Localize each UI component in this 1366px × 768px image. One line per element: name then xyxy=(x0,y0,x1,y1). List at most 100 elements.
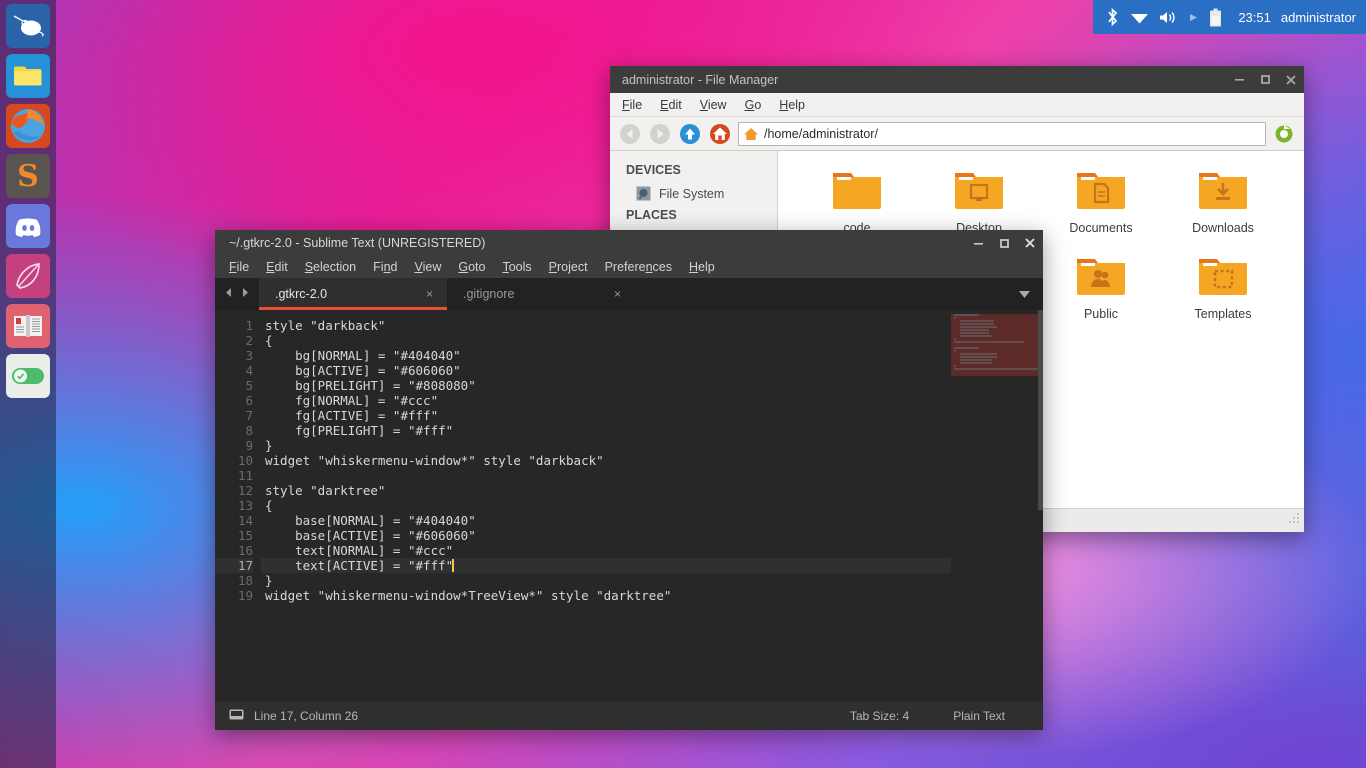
menu-find[interactable]: Find xyxy=(373,260,397,274)
volume-icon[interactable] xyxy=(1159,10,1178,25)
menu-preferences[interactable]: Preferences xyxy=(605,260,672,274)
line-number: 6 xyxy=(245,393,253,408)
dock-item-sublime-text[interactable]: S xyxy=(6,154,50,198)
folder-public-icon xyxy=(1077,259,1125,295)
code-line[interactable]: text[NORMAL] = "#ccc" xyxy=(261,543,951,558)
file-item-documents[interactable]: Documents xyxy=(1040,161,1162,247)
code-line[interactable]: fg[ACTIVE] = "#fff" xyxy=(261,408,951,423)
code-line[interactable]: widget "whiskermenu-window*TreeView*" st… xyxy=(261,588,951,603)
minimap-line xyxy=(954,368,1038,370)
menu-tools[interactable]: Tools xyxy=(502,260,531,274)
tab-size-label[interactable]: Tab Size: 4 xyxy=(850,709,909,723)
dock-item-feather-editor[interactable] xyxy=(6,254,50,298)
dock-item-settings[interactable] xyxy=(6,354,50,398)
dock-item-whisker-menu[interactable] xyxy=(6,4,50,48)
minimap-line xyxy=(959,329,990,331)
file-manager-titlebar[interactable]: administrator - File Manager xyxy=(610,66,1304,93)
sublime-window-buttons xyxy=(965,231,1043,255)
menu-view[interactable]: View xyxy=(414,260,441,274)
menu-edit[interactable]: Edit xyxy=(660,98,682,112)
forward-arrow-icon[interactable] xyxy=(648,122,672,146)
code-area[interactable]: style "darkback"{ bg[NORMAL] = "#404040"… xyxy=(261,310,951,702)
tab-overflow-menu[interactable] xyxy=(1018,278,1043,310)
file-item-templates[interactable]: Templates xyxy=(1162,247,1284,333)
tab-gitignore[interactable]: .gitignore × xyxy=(447,278,635,310)
media-play-icon[interactable] xyxy=(1188,12,1199,23)
tab-next-icon[interactable] xyxy=(240,285,250,303)
menu-project[interactable]: Project xyxy=(549,260,588,274)
tab-prev-icon[interactable] xyxy=(224,285,234,303)
line-number: 13 xyxy=(237,498,253,513)
code-line[interactable]: fg[NORMAL] = "#ccc" xyxy=(261,393,951,408)
clock[interactable]: 23:51 xyxy=(1238,10,1271,25)
menu-edit[interactable]: Edit xyxy=(266,260,288,274)
dock-item-file-manager[interactable] xyxy=(6,54,50,98)
resize-grip[interactable] xyxy=(1286,510,1300,529)
close-button[interactable] xyxy=(1017,231,1043,255)
editor-scrollbar[interactable] xyxy=(1038,310,1043,702)
sidebar-item-file-system[interactable]: File System xyxy=(610,183,777,204)
file-item-public[interactable]: Public xyxy=(1040,247,1162,333)
code-line[interactable]: base[ACTIVE] = "#606060" xyxy=(261,528,951,543)
menu-file[interactable]: File xyxy=(622,98,642,112)
menu-help[interactable]: Help xyxy=(779,98,805,112)
sublime-text-window[interactable]: ~/.gtkrc-2.0 - Sublime Text (UNREGISTERE… xyxy=(215,230,1043,730)
feather-icon xyxy=(16,263,40,289)
home-icon[interactable] xyxy=(708,122,732,146)
maximize-button[interactable] xyxy=(991,231,1017,255)
dock-item-discord[interactable] xyxy=(6,204,50,248)
dock-item-dictionary[interactable] xyxy=(6,304,50,348)
minimap[interactable] xyxy=(951,310,1043,702)
sublime-titlebar[interactable]: ~/.gtkrc-2.0 - Sublime Text (UNREGISTERE… xyxy=(215,230,1043,256)
code-line[interactable]: widget "whiskermenu-window*" style "dark… xyxy=(261,453,951,468)
sublime-editor[interactable]: 1 2 3 4 5 6 7 8 9 10 11 12 13 14 15 16 17 18 19 style "dar… xyxy=(215,310,1043,702)
battery-icon[interactable] xyxy=(1209,8,1222,27)
wifi-icon[interactable] xyxy=(1130,10,1149,25)
back-arrow-icon[interactable] xyxy=(618,122,642,146)
code-line[interactable]: } xyxy=(261,573,951,588)
menu-selection[interactable]: Selection xyxy=(305,260,356,274)
maximize-button[interactable] xyxy=(1252,68,1278,92)
line-number: 5 xyxy=(245,378,253,393)
code-line[interactable]: bg[PRELIGHT] = "#808080" xyxy=(261,378,951,393)
menu-view[interactable]: View xyxy=(700,98,727,112)
minimize-button[interactable] xyxy=(1226,68,1252,92)
scrollbar-thumb[interactable] xyxy=(1038,310,1043,510)
menu-help[interactable]: Help xyxy=(689,260,715,274)
syntax-label[interactable]: Plain Text xyxy=(953,709,1005,723)
close-button[interactable] xyxy=(1278,68,1304,92)
code-line[interactable]: bg[ACTIVE] = "#606060" xyxy=(261,363,951,378)
minimize-button[interactable] xyxy=(965,231,991,255)
file-item-downloads[interactable]: Downloads xyxy=(1162,161,1284,247)
code-line[interactable]: style "darkback" xyxy=(261,318,951,333)
tab-gtkrc[interactable]: .gtkrc-2.0 × xyxy=(259,278,447,310)
code-line[interactable] xyxy=(261,468,951,483)
line-number: 17 xyxy=(215,558,253,573)
code-line[interactable]: style "darktree" xyxy=(261,483,951,498)
reload-icon[interactable] xyxy=(1272,122,1296,146)
path-text: /home/administrator/ xyxy=(764,126,878,141)
dock-item-firefox[interactable] xyxy=(6,104,50,148)
tab-close-icon[interactable]: × xyxy=(426,287,433,301)
cursor-position[interactable]: Line 17, Column 26 xyxy=(254,709,358,723)
sublime-tabbar: .gtkrc-2.0 × .gitignore × xyxy=(215,278,1043,310)
file-label: Documents xyxy=(1069,221,1133,235)
code-line[interactable]: text[ACTIVE] = "#fff" xyxy=(261,558,951,573)
minimap-line xyxy=(954,350,956,352)
tab-close-icon[interactable]: × xyxy=(614,287,621,301)
code-line[interactable]: { xyxy=(261,333,951,348)
path-bar[interactable]: /home/administrator/ xyxy=(738,121,1266,146)
code-line[interactable]: base[NORMAL] = "#404040" xyxy=(261,513,951,528)
code-line[interactable]: bg[NORMAL] = "#404040" xyxy=(261,348,951,363)
up-arrow-icon[interactable] xyxy=(678,122,702,146)
sublime-title: ~/.gtkrc-2.0 - Sublime Text (UNREGISTERE… xyxy=(229,236,486,250)
bluetooth-icon[interactable] xyxy=(1105,8,1120,26)
code-line[interactable]: { xyxy=(261,498,951,513)
menu-file[interactable]: File xyxy=(229,260,249,274)
code-line[interactable]: fg[PRELIGHT] = "#fff" xyxy=(261,423,951,438)
menu-go[interactable]: Go xyxy=(745,98,762,112)
sidebar-item-label: File System xyxy=(659,186,725,201)
username-label[interactable]: administrator xyxy=(1281,10,1356,25)
menu-goto[interactable]: Goto xyxy=(458,260,485,274)
code-line[interactable]: } xyxy=(261,438,951,453)
